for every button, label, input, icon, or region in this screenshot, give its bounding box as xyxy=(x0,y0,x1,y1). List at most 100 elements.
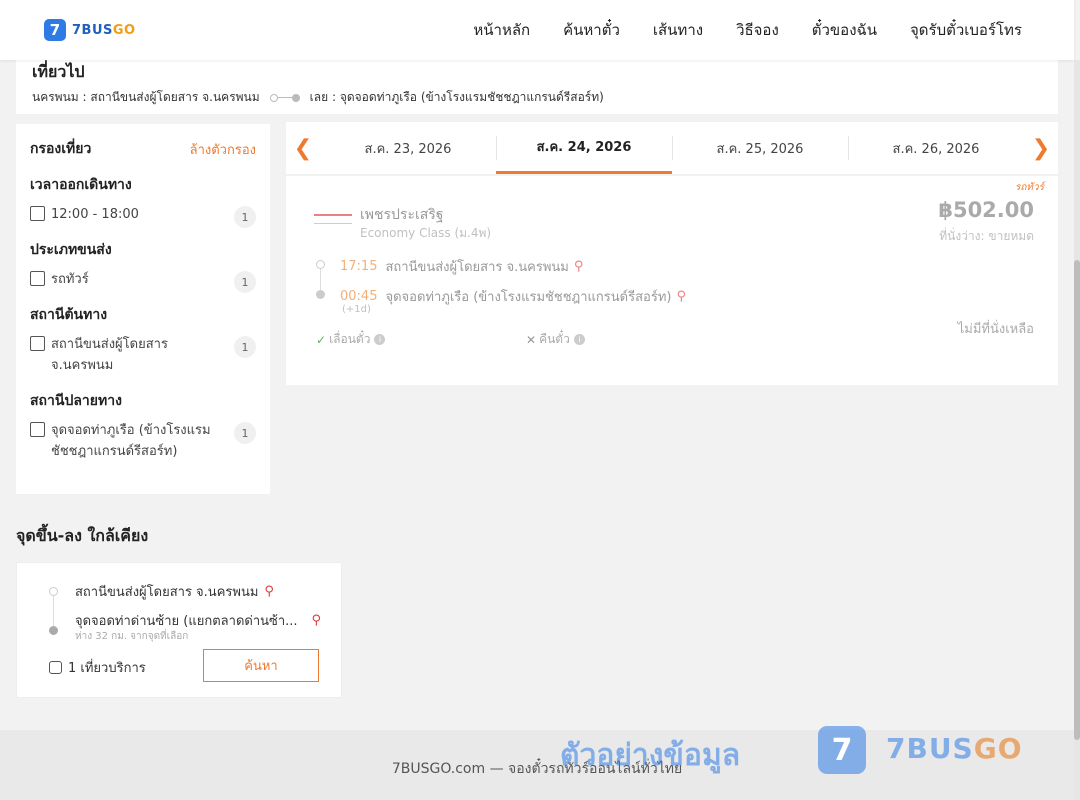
trip-header: เที่ยวไป นครพนม : สถานีขนส่งผู้โดยสาร จ.… xyxy=(16,56,1058,114)
filter-group-title: ประเภทขนส่ง xyxy=(30,242,112,258)
logo-text-accent: GO xyxy=(112,22,136,38)
filter-group-title: เวลาออกเดินทาง xyxy=(30,177,132,193)
date-tab[interactable]: ส.ค. 26, 2026 xyxy=(848,122,1024,174)
filter-group-title: สถานีปลายทาง xyxy=(30,393,122,409)
filter-option[interactable]: สถานีขนส่งผู้โดยสาร จ.นครพนม 1 xyxy=(30,334,256,376)
nearby-origin-label: สถานีขนส่งผู้โดยสาร จ.นครพนม xyxy=(75,585,259,600)
filter-checkbox[interactable] xyxy=(30,206,45,221)
watermark-brand: 7BUSGO xyxy=(886,732,1023,765)
chevron-right-icon[interactable]: ❯ xyxy=(1024,122,1058,174)
arrival-time: 00:45 xyxy=(340,289,378,304)
filter-group-origin-station: สถานีต้นทาง สถานีขนส่งผู้โดยสาร จ.นครพนม… xyxy=(30,304,256,376)
watermark-text: ตัวอย่างข้อมูล xyxy=(560,738,741,773)
date-tab[interactable]: ส.ค. 25, 2026 xyxy=(672,122,848,174)
filter-title: กรองเที่ยว xyxy=(30,141,92,157)
departure-stop: 17:15 สถานีขนส่งผู้โดยสาร จ.นครพนม ⚲ xyxy=(340,256,583,277)
date-tab-selected[interactable]: ส.ค. 24, 2026 xyxy=(496,122,672,174)
reschedule-policy[interactable]: ✓ เลื่อนตั๋ว i xyxy=(316,330,386,349)
check-icon: ✓ xyxy=(316,332,327,347)
route-destination: เลย : จุดจอดท่าภูเรือ (ข้างโรงแรมชัชชฎาแ… xyxy=(309,90,604,104)
service-count: 1 เที่ยวบริการ xyxy=(49,657,146,678)
nav-search-tickets[interactable]: ค้นหาตั๋ว xyxy=(563,18,620,42)
filter-option-label: รถทัวร์ xyxy=(51,272,89,287)
filter-panel: กรองเที่ยว ล้างตัวกรอง เวลาออกเดินทาง 12… xyxy=(16,124,270,494)
filter-option[interactable]: 12:00 - 18:00 1 xyxy=(30,204,256,228)
map-pin-icon[interactable]: ⚲ xyxy=(264,584,274,599)
filter-option-label: จุดจอดท่าภูเรือ (ข้างโรงแรมชัชชฎาแกรนด์ร… xyxy=(51,423,211,459)
route-origin: นครพนม : สถานีขนส่งผู้โดยสาร จ.นครพนม xyxy=(32,90,260,104)
filter-option-label: สถานีขนส่งผู้โดยสาร จ.นครพนม xyxy=(51,337,168,373)
map-pin-icon[interactable]: ⚲ xyxy=(574,259,584,274)
clear-filter-link[interactable]: ล้างตัวกรอง xyxy=(190,139,256,160)
filter-group-transport-type: ประเภทขนส่ง รถทัวร์ 1 xyxy=(30,239,256,293)
filter-option[interactable]: จุดจอดท่าภูเรือ (ข้างโรงแรมชัชชฎาแกรนด์ร… xyxy=(30,420,256,462)
map-pin-icon[interactable]: ⚲ xyxy=(676,289,686,304)
main-menu: หน้าหลัก ค้นหาตั๋ว เส้นทาง วิธีจอง ตั๋วข… xyxy=(440,0,1022,60)
nearby-distance: ห่าง 32 กม. จากจุดที่เลือก xyxy=(75,631,189,642)
site-logo[interactable]: 7 7BUSGO xyxy=(44,19,136,41)
logo-mark-icon: 7 xyxy=(44,19,66,41)
filter-option[interactable]: รถทัวร์ 1 xyxy=(30,269,256,293)
nav-home[interactable]: หน้าหลัก xyxy=(473,18,530,42)
watermark-brand-main: 7BUS xyxy=(886,732,974,765)
departure-place: สถานีขนส่งผู้โดยสาร จ.นครพนม xyxy=(385,260,569,275)
filter-group-title: สถานีต้นทาง xyxy=(30,307,108,323)
refund-label: คืนตั๋ว xyxy=(539,332,570,346)
reschedule-label: เลื่อนตั๋ว xyxy=(329,332,371,346)
cross-icon: ✕ xyxy=(526,332,537,347)
filter-group-departure-time: เวลาออกเดินทาง 12:00 - 18:00 1 xyxy=(30,174,256,228)
trip-result-card[interactable]: รถทัวร์ เพชรประเสริฐ Economy Class (ม.4พ… xyxy=(286,176,1058,385)
nearby-destination: จุดจอดท่าด่านซ้าย (แยกตลาดด่านซ้า... ⚲ xyxy=(75,610,321,631)
filter-checkbox[interactable] xyxy=(30,271,45,286)
scrollbar-thumb[interactable] xyxy=(1074,260,1080,740)
arrival-stop: 00:45 จุดจอดท่าภูเรือ (ข้างโรงแรมชัชชฎาแ… xyxy=(340,286,686,307)
arrival-place: จุดจอดท่าภูเรือ (ข้างโรงแรมชัชชฎาแกรนด์ร… xyxy=(385,290,672,305)
departure-time: 17:15 xyxy=(340,259,378,274)
info-icon[interactable]: i xyxy=(374,334,386,345)
chevron-left-icon[interactable]: ❮ xyxy=(286,122,320,174)
route-summary: นครพนม : สถานีขนส่งผู้โดยสาร จ.นครพนม เล… xyxy=(32,88,1042,107)
nav-my-tickets[interactable]: ตั๋วของฉัน xyxy=(812,18,877,42)
nearby-origin: สถานีขนส่งผู้โดยสาร จ.นครพนม ⚲ xyxy=(75,581,274,602)
route-connector-icon xyxy=(269,93,300,102)
nearby-search-button[interactable]: ค้นหา xyxy=(203,649,319,682)
operator-logo xyxy=(314,214,352,224)
ticket-price: ฿502.00 xyxy=(938,198,1034,222)
timeline-end-icon xyxy=(49,626,58,635)
nearby-destination-label: จุดจอดท่าด่านซ้าย (แยกตลาดด่านซ้า... xyxy=(75,614,298,629)
filter-count-badge: 1 xyxy=(234,422,256,444)
watermark-logo-icon: 7 xyxy=(818,726,866,774)
transport-type-tag: รถทัวร์ xyxy=(1014,182,1044,193)
info-icon[interactable]: i xyxy=(573,334,585,345)
map-pin-icon[interactable]: ⚲ xyxy=(312,613,322,628)
bus-icon xyxy=(49,661,62,674)
nav-ticket-pickup[interactable]: จุดรับตั๋วเบอร์โทร xyxy=(910,18,1022,42)
filter-checkbox[interactable] xyxy=(30,422,45,437)
seat-class: Economy Class (ม.4พ) xyxy=(360,226,492,240)
nearby-route-card: สถานีขนส่งผู้โดยสาร จ.นครพนม ⚲ จุดจอดท่า… xyxy=(16,562,342,698)
date-tab[interactable]: ส.ค. 23, 2026 xyxy=(320,122,496,174)
timeline-start-icon xyxy=(49,587,58,596)
timeline-line xyxy=(53,596,54,626)
logo-text-main: 7BUS xyxy=(72,22,113,38)
nearby-stops-title: จุดขึ้น-ลง ใกล้เคียง xyxy=(16,526,149,545)
nav-how-to-book[interactable]: วิธีจอง xyxy=(736,18,779,42)
filter-count-badge: 1 xyxy=(234,271,256,293)
operator-name: เพชรประเสริฐ xyxy=(360,207,444,223)
service-count-label: 1 เที่ยวบริการ xyxy=(68,661,146,676)
page-scrollbar[interactable] xyxy=(1074,60,1080,800)
next-day-indicator: (+1d) xyxy=(342,304,371,315)
filter-group-destination-station: สถานีปลายทาง จุดจอดท่าภูเรือ (ข้างโรงแรม… xyxy=(30,390,256,462)
filter-count-badge: 1 xyxy=(234,336,256,358)
nav-routes[interactable]: เส้นทาง xyxy=(653,18,703,42)
filter-checkbox[interactable] xyxy=(30,336,45,351)
watermark-brand-accent: GO xyxy=(973,732,1023,765)
filter-count-badge: 1 xyxy=(234,206,256,228)
logo-text: 7BUSGO xyxy=(72,23,136,38)
top-nav: 7 7BUSGO หน้าหลัก ค้นหาตั๋ว เส้นทาง วิธี… xyxy=(0,0,1074,60)
refund-policy[interactable]: ✕ คืนตั๋ว i xyxy=(526,330,585,349)
trip-direction-title: เที่ยวไป xyxy=(32,62,85,81)
sold-out-label: ไม่มีที่นั่งเหลือ xyxy=(957,322,1034,337)
date-selector: ❮ ส.ค. 23, 2026 ส.ค. 24, 2026 ส.ค. 25, 2… xyxy=(286,122,1058,174)
seat-availability: ที่นั่งว่าง: ขายหมด xyxy=(939,229,1034,243)
